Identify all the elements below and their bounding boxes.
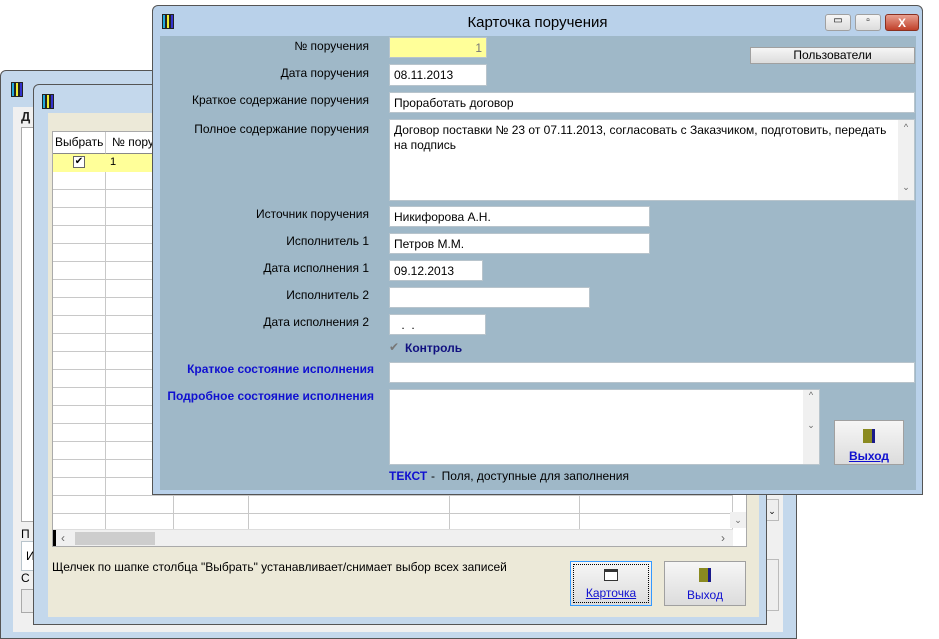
back-right-box <box>765 559 779 611</box>
header-select[interactable]: Выбрать <box>53 132 106 154</box>
grid-cell[interactable] <box>53 244 106 262</box>
grid-cell[interactable] <box>53 352 106 370</box>
label-full: Полное содержание поручения <box>194 122 369 136</box>
label-exec2: Исполнитель 2 <box>286 288 369 302</box>
full-content-text: Договор поставки № 23 от 07.11.2013, сог… <box>394 123 887 152</box>
label-short: Краткое содержание поручения <box>191 93 369 107</box>
maximize-button[interactable]: ▫ <box>855 14 881 31</box>
label-state-short: Краткое состояние исполнения <box>187 362 374 376</box>
card-exit-label: Выход <box>848 449 890 463</box>
window-icon <box>604 569 618 581</box>
grid-cell[interactable] <box>53 280 106 298</box>
label-number: № поручения <box>294 39 369 53</box>
full-content-field[interactable]: Договор поставки № 23 от 07.11.2013, сог… <box>389 119 915 201</box>
grid-cell[interactable] <box>53 460 106 478</box>
header-select-label: Выбрать <box>55 135 104 149</box>
grid-cell[interactable] <box>53 478 106 496</box>
full-content-scrollbar[interactable]: ^ ⌄ <box>898 120 914 200</box>
scroll-right-icon[interactable]: › <box>721 531 725 545</box>
number-field[interactable]: 1 <box>389 37 487 58</box>
executor2-field[interactable] <box>389 287 590 308</box>
list-exit-button[interactable]: Выход <box>664 561 746 606</box>
grid-row-marker <box>53 530 56 546</box>
grid-cell[interactable] <box>53 226 106 244</box>
short-content-field[interactable]: Проработать договор <box>389 92 915 113</box>
grid-hint: Щелчек по шапке столбца "Выбрать" устана… <box>52 560 507 574</box>
label-date1: Дата исполнения 1 <box>263 261 369 275</box>
back-dropdown-arrow[interactable]: ⌄ <box>765 499 779 521</box>
exit-door-icon <box>863 429 875 443</box>
hscroll-thumb[interactable] <box>75 532 155 545</box>
grid-cell[interactable] <box>53 424 106 442</box>
grid-cell[interactable] <box>53 262 106 280</box>
grid-cell[interactable] <box>53 334 106 352</box>
app-icon <box>42 94 58 110</box>
close-button[interactable]: X <box>885 14 919 31</box>
grid-cell[interactable] <box>53 388 106 406</box>
state-short-field[interactable] <box>389 362 915 383</box>
exec-date1-field[interactable]: 09.12.2013 <box>389 260 483 281</box>
grid-cell[interactable] <box>53 208 106 226</box>
date-field[interactable]: 08.11.2013 <box>389 64 487 86</box>
grid-cell[interactable] <box>53 406 106 424</box>
row-number: 1 <box>110 156 117 168</box>
grid-cell[interactable] <box>53 172 106 190</box>
card-exit-button[interactable]: Выход <box>834 420 904 465</box>
grid-cell[interactable] <box>53 190 106 208</box>
grid-cell[interactable] <box>106 496 174 514</box>
users-button[interactable]: Пользователи <box>750 47 915 64</box>
executor1-field[interactable]: Петров М.М. <box>389 233 650 254</box>
grid-cell[interactable] <box>450 496 580 514</box>
back-label-p: П <box>21 527 30 541</box>
grid-cell[interactable] <box>53 442 106 460</box>
source-field[interactable]: Никифорова А.Н. <box>389 206 650 227</box>
label-exec1: Исполнитель 1 <box>286 234 369 248</box>
row-checkbox[interactable]: ✔ <box>73 156 85 168</box>
minimize-button[interactable]: ▭ <box>825 14 851 31</box>
exit-door-icon <box>699 568 711 582</box>
header-number-label: № пору <box>112 135 154 149</box>
scroll-left-icon[interactable]: ‹ <box>61 531 65 545</box>
card-button-label: Карточка <box>585 586 637 600</box>
legend-text: - Поля, доступные для заполнения <box>431 469 629 483</box>
grid-cell[interactable] <box>174 496 249 514</box>
grid-cell[interactable] <box>53 298 106 316</box>
label-state-full: Подробное состояние исполнения <box>167 389 374 403</box>
label-date: Дата поручения <box>280 66 369 80</box>
grid-cell[interactable] <box>53 370 106 388</box>
back-label-d: Д <box>21 109 31 124</box>
state-full-scrollbar[interactable]: ^ ⌄ <box>803 390 819 464</box>
app-icon <box>11 82 27 98</box>
card-title: Карточка поручения <box>467 14 608 31</box>
legend-key: ТЕКСТ <box>389 469 428 483</box>
label-date2: Дата исполнения 2 <box>263 315 369 329</box>
exec-date2-field[interactable]: . . <box>389 314 486 335</box>
grid-cell[interactable] <box>580 496 733 514</box>
grid-cell[interactable] <box>53 316 106 334</box>
back-label-s: С <box>21 571 30 585</box>
state-full-field[interactable]: ^ ⌄ <box>389 389 820 465</box>
grid-cell[interactable] <box>249 496 450 514</box>
label-source: Источник поручения <box>255 207 369 221</box>
grid-cell[interactable] <box>53 496 106 514</box>
control-checkbox[interactable]: ✔ <box>389 341 402 354</box>
control-label: Контроль <box>405 341 463 355</box>
list-exit-label: Выход <box>687 588 723 602</box>
grid-hscroll[interactable]: ‹ › <box>53 529 733 546</box>
card-button[interactable]: Карточка <box>570 561 652 606</box>
grid-vscroll[interactable]: ⌄ <box>730 512 746 528</box>
